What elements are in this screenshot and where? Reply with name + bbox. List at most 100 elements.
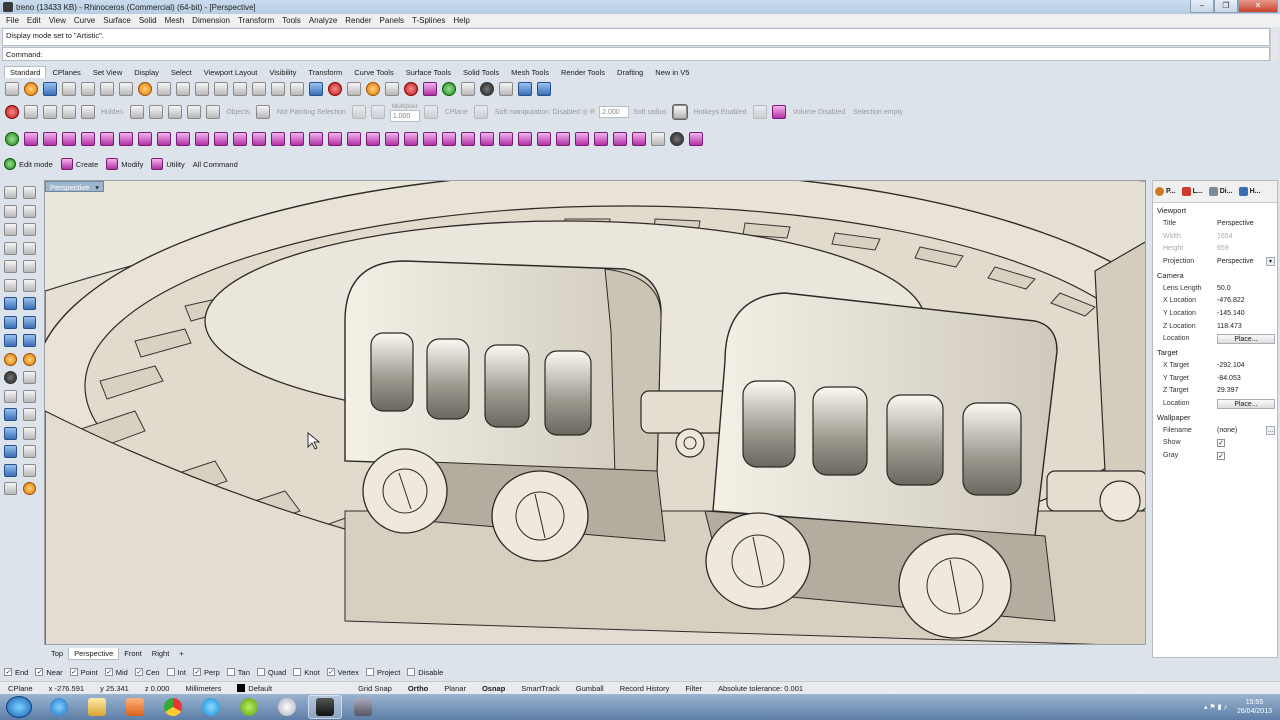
volume-icon[interactable] bbox=[753, 105, 768, 119]
menu-edit[interactable]: Edit bbox=[23, 16, 45, 25]
ts-help-icon[interactable] bbox=[688, 132, 703, 146]
tab-surface-tools[interactable]: Surface Tools bbox=[400, 66, 457, 78]
menu-help[interactable]: Help bbox=[449, 16, 473, 25]
cplane-icon[interactable] bbox=[308, 82, 323, 96]
viewport-tab-perspective[interactable]: Perspective bbox=[68, 648, 120, 660]
extrude-icon[interactable] bbox=[4, 334, 17, 347]
osnap-checkbox[interactable] bbox=[365, 668, 374, 676]
rotate-view-icon[interactable] bbox=[194, 82, 209, 96]
ts-display-icon[interactable] bbox=[669, 132, 684, 146]
osnap-checkbox[interactable] bbox=[166, 668, 175, 676]
explode-icon[interactable] bbox=[23, 389, 36, 403]
ts-options-icon[interactable] bbox=[612, 132, 627, 146]
minimize-button[interactable]: – bbox=[1190, 0, 1214, 13]
select-all-icon[interactable] bbox=[205, 105, 220, 119]
menu-transform[interactable]: Transform bbox=[234, 16, 278, 25]
select-face-icon[interactable] bbox=[129, 105, 144, 119]
move-object-icon[interactable] bbox=[4, 426, 17, 440]
osnap-tan[interactable]: Tan bbox=[226, 668, 250, 677]
ts-smooth-icon[interactable] bbox=[498, 132, 513, 146]
tsplines-on-icon[interactable] bbox=[4, 132, 19, 146]
taskbar-chrome[interactable] bbox=[156, 695, 190, 719]
tsplines-manipulator-icon[interactable] bbox=[23, 105, 38, 119]
osnap-checkbox[interactable] bbox=[256, 668, 265, 676]
light-bulb-icon[interactable] bbox=[23, 352, 36, 366]
ts-plane-icon[interactable] bbox=[80, 132, 95, 146]
ts-pipe-icon[interactable] bbox=[194, 132, 209, 146]
ts-bridge-icon[interactable] bbox=[251, 132, 266, 146]
grid-snap-toggle[interactable]: Grid Snap bbox=[350, 684, 400, 693]
z-target-value[interactable]: 29.397 bbox=[1217, 387, 1275, 394]
osnap-toggle[interactable]: Osnap bbox=[474, 684, 513, 693]
check-icon[interactable] bbox=[23, 463, 36, 477]
osnap-checkbox[interactable] bbox=[226, 668, 235, 676]
command-scrollbar[interactable] bbox=[1270, 28, 1278, 61]
tray-icons[interactable]: ▴ ⚑ ▮ ♪ bbox=[1204, 703, 1227, 711]
osnap-disable[interactable]: Disable bbox=[407, 668, 443, 677]
save-icon[interactable] bbox=[42, 82, 57, 96]
record-history-toggle[interactable]: Record History bbox=[612, 684, 678, 693]
undo-icon[interactable] bbox=[156, 82, 171, 96]
osnap-checkbox[interactable]: ✓ bbox=[104, 668, 113, 676]
ortho-toggle[interactable]: Ortho bbox=[400, 684, 436, 693]
osnap-checkbox[interactable] bbox=[293, 668, 302, 676]
menu-tsplines[interactable]: T-Splines bbox=[408, 16, 449, 25]
close-button[interactable]: ✕ bbox=[1238, 0, 1278, 13]
viewport-tab-front[interactable]: Front bbox=[119, 648, 147, 660]
tsplines-view-icon[interactable] bbox=[80, 105, 95, 119]
tab-mesh-tools[interactable]: Mesh Tools bbox=[505, 66, 555, 78]
solid-box-icon[interactable] bbox=[4, 315, 17, 329]
modify-button[interactable]: Modify bbox=[106, 158, 143, 170]
shaded-sphere-icon[interactable] bbox=[479, 82, 494, 96]
x-location-value[interactable]: -476.822 bbox=[1217, 297, 1275, 304]
osnap-checkbox[interactable]: ✓ bbox=[35, 668, 44, 676]
osnap-checkbox[interactable]: ✓ bbox=[134, 668, 143, 676]
soft-radius-input[interactable]: 2.000 bbox=[599, 106, 630, 118]
tab-drafting[interactable]: Drafting bbox=[611, 66, 649, 78]
fillet-curve-icon[interactable] bbox=[4, 278, 17, 292]
add-viewport-tab-icon[interactable]: + bbox=[174, 648, 188, 660]
clock[interactable]: 15:55 26/04/2013 bbox=[1237, 698, 1272, 716]
taskbar-media[interactable] bbox=[118, 695, 152, 719]
panel-tab-layers[interactable]: L... bbox=[1181, 187, 1203, 196]
panel-tab-help[interactable]: H... bbox=[1238, 187, 1260, 196]
lens-length-value[interactable]: 50.0 bbox=[1217, 285, 1275, 292]
ts-box-icon[interactable] bbox=[23, 132, 38, 146]
select-vertex-icon[interactable] bbox=[167, 105, 182, 119]
cplane-toggle-icon[interactable] bbox=[424, 105, 439, 119]
ts-insert-edge-icon[interactable] bbox=[327, 132, 342, 146]
hotkeys-icon[interactable] bbox=[672, 104, 689, 120]
target-place-button[interactable]: Place... bbox=[1217, 398, 1275, 409]
panel-tab-display[interactable]: Di... bbox=[1208, 187, 1233, 196]
ts-insert-point-icon[interactable] bbox=[346, 132, 361, 146]
select-icon[interactable] bbox=[346, 82, 361, 96]
arc-icon[interactable] bbox=[4, 241, 17, 255]
menu-analyze[interactable]: Analyze bbox=[305, 16, 341, 25]
browse-file-icon[interactable]: … bbox=[1266, 425, 1275, 435]
ts-convert-icon[interactable] bbox=[555, 132, 570, 146]
osnap-int[interactable]: Int bbox=[166, 668, 186, 677]
status-layer[interactable]: Default bbox=[229, 683, 280, 693]
edit-mode-button[interactable]: Edit mode bbox=[4, 158, 53, 170]
osnap-end[interactable]: ✓ End bbox=[4, 668, 28, 677]
scale-icon[interactable] bbox=[4, 463, 17, 477]
select-points-icon[interactable] bbox=[23, 186, 36, 199]
step-down-icon[interactable] bbox=[352, 105, 367, 119]
tab-render-tools[interactable]: Render Tools bbox=[555, 66, 611, 78]
surface-icon[interactable] bbox=[4, 297, 17, 310]
tab-select[interactable]: Select bbox=[165, 66, 198, 78]
boolean-icon[interactable] bbox=[23, 334, 36, 347]
zoom-window-icon[interactable] bbox=[232, 82, 247, 96]
taskbar-dvd[interactable] bbox=[270, 695, 304, 719]
tsplines-settings-icon[interactable] bbox=[772, 105, 787, 119]
copy-icon[interactable] bbox=[118, 82, 133, 96]
polyline-icon[interactable] bbox=[4, 204, 17, 218]
four-viewports-icon[interactable] bbox=[289, 82, 304, 96]
osnap-checkbox[interactable]: ✓ bbox=[192, 668, 201, 676]
osnap-near[interactable]: ✓ Near bbox=[35, 668, 63, 677]
all-command-button[interactable]: All Command bbox=[193, 160, 238, 169]
camera-place-button[interactable]: Place... bbox=[1217, 333, 1275, 344]
command-input[interactable] bbox=[44, 48, 1269, 60]
menu-panels[interactable]: Panels bbox=[376, 16, 408, 25]
tab-set-view[interactable]: Set View bbox=[87, 66, 128, 78]
